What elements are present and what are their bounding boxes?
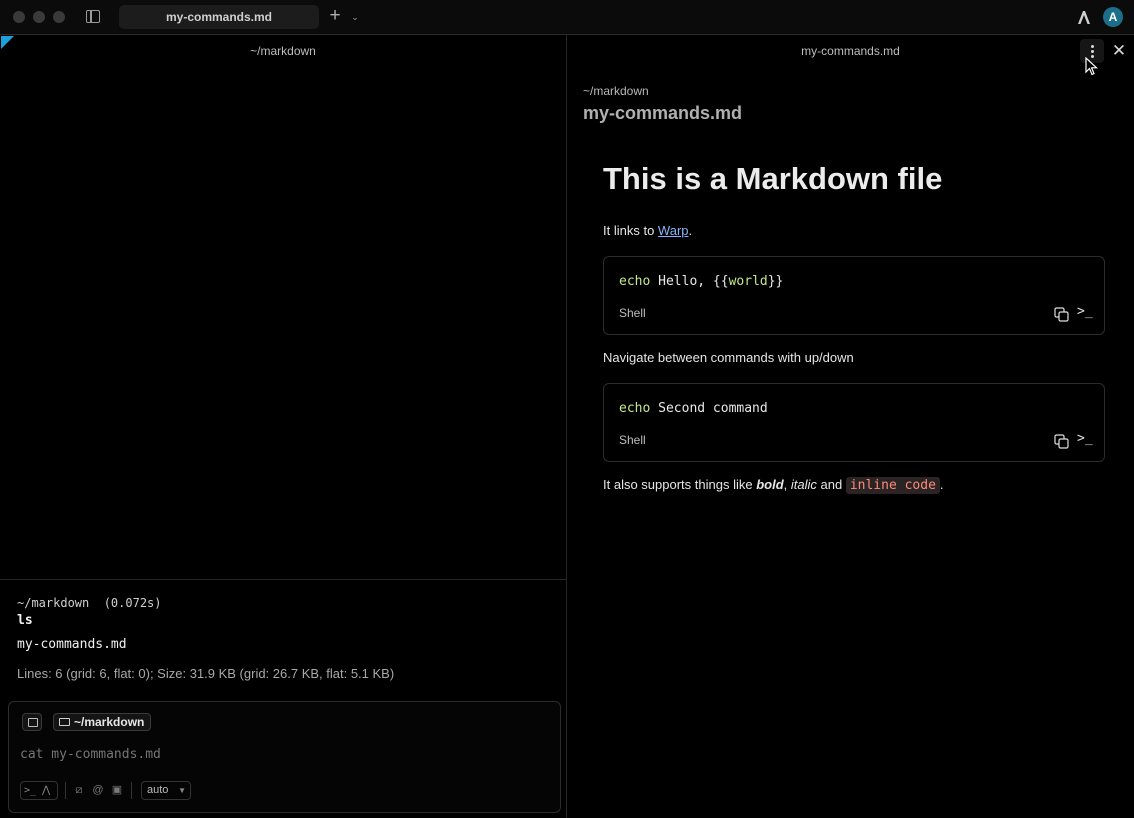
inline-code: inline code (845, 477, 940, 494)
command-input[interactable] (20, 747, 540, 762)
paragraph-text: It links to (603, 223, 658, 238)
slash-command-icon[interactable]: ⧄ (72, 783, 86, 797)
run-in-terminal-icon[interactable]: >_ (1077, 431, 1093, 446)
pane-header-path: ~/markdown (250, 44, 316, 58)
zoom-window-button[interactable] (53, 11, 65, 23)
document-title: my-commands.md (583, 103, 743, 123)
warp-link[interactable]: Warp (658, 223, 689, 238)
mouse-cursor-icon (1085, 57, 1099, 76)
markdown-paragraph-links: It links to Warp. (603, 223, 692, 238)
title-bar: my-commands.md + ⌄ A (0, 0, 1134, 35)
toolbar-divider (65, 782, 66, 799)
code-keyword: echo (619, 401, 651, 416)
markdown-viewer-pane[interactable]: my-commands.md ✕ ~/markdown my-commands.… (567, 35, 1134, 818)
block-command[interactable]: ls (17, 613, 33, 628)
italic-text: italic (790, 477, 817, 492)
paragraph-text: and (816, 477, 846, 492)
code-block-1[interactable]: echo Hello, {{world}} Shell >_ (603, 256, 1105, 335)
pane-header-filename: my-commands.md (801, 44, 900, 58)
code-variable[interactable]: world (729, 274, 768, 289)
folder-icon (59, 718, 70, 726)
code-line: echo Second command (619, 401, 768, 416)
tab-menu-chevron-icon[interactable]: ⌄ (349, 5, 361, 29)
block-divider (0, 579, 566, 580)
code-text: }} (767, 274, 784, 289)
minimize-window-button[interactable] (33, 11, 45, 23)
document-path: ~/markdown (583, 84, 649, 98)
code-keyword: echo (619, 274, 651, 289)
new-tab-button[interactable]: + (327, 5, 343, 29)
model-select-value: auto (147, 784, 169, 796)
markdown-heading: This is a Markdown file (603, 161, 943, 196)
copy-icon[interactable] (1054, 434, 1069, 449)
terminal-pane[interactable]: ~/markdown ~/markdown (0.072s) ls my-com… (0, 35, 566, 818)
markdown-paragraph-formatting: It also supports things like bold, itali… (603, 477, 944, 494)
avatar[interactable]: A (1103, 7, 1123, 27)
warp-ai-icon[interactable] (1075, 8, 1093, 26)
code-text: Second command (650, 401, 768, 416)
directory-chip-label: ~/markdown (74, 715, 145, 729)
code-line: echo Hello, {{world}} (619, 274, 783, 289)
block-stats: Lines: 6 (grid: 6, flat: 0); Size: 31.9 … (17, 666, 395, 681)
paragraph-text: . (939, 477, 944, 492)
mode-toggle-button[interactable]: >_ ⋀ (20, 781, 58, 800)
close-pane-icon[interactable]: ✕ (1111, 40, 1127, 62)
paragraph-text: , (783, 477, 791, 492)
block-meta: ~/markdown (0.072s) (17, 596, 162, 610)
block-output[interactable]: my-commands.md (17, 637, 127, 652)
chat-mode-icon[interactable] (22, 713, 42, 731)
run-in-terminal-icon[interactable]: >_ (1077, 304, 1093, 319)
sidebar-toggle-icon[interactable] (86, 10, 100, 23)
chevron-down-icon: ▼ (178, 786, 186, 795)
toolbar-divider (131, 782, 132, 799)
code-language-label: Shell (619, 306, 646, 320)
code-text: Hello, {{ (650, 274, 729, 289)
tab-my-commands[interactable]: my-commands.md (119, 5, 319, 29)
mention-icon[interactable]: @ (91, 783, 105, 797)
code-language-label: Shell (619, 433, 646, 447)
model-select[interactable]: auto ▼ (141, 781, 191, 800)
paragraph-text: . (688, 223, 693, 238)
command-input-box[interactable]: ~/markdown >_ ⋀ ⧄ @ ▣ auto ▼ (8, 701, 561, 813)
copy-icon[interactable] (1054, 307, 1069, 322)
bold-text: bold (756, 477, 784, 492)
markdown-paragraph: Navigate between commands with up/down (603, 350, 854, 365)
directory-chip[interactable]: ~/markdown (53, 713, 152, 731)
image-attach-icon[interactable]: ▣ (110, 783, 124, 797)
code-block-2[interactable]: echo Second command Shell >_ (603, 383, 1105, 462)
close-window-button[interactable] (13, 11, 25, 23)
paragraph-text: It also supports things like (603, 477, 757, 492)
